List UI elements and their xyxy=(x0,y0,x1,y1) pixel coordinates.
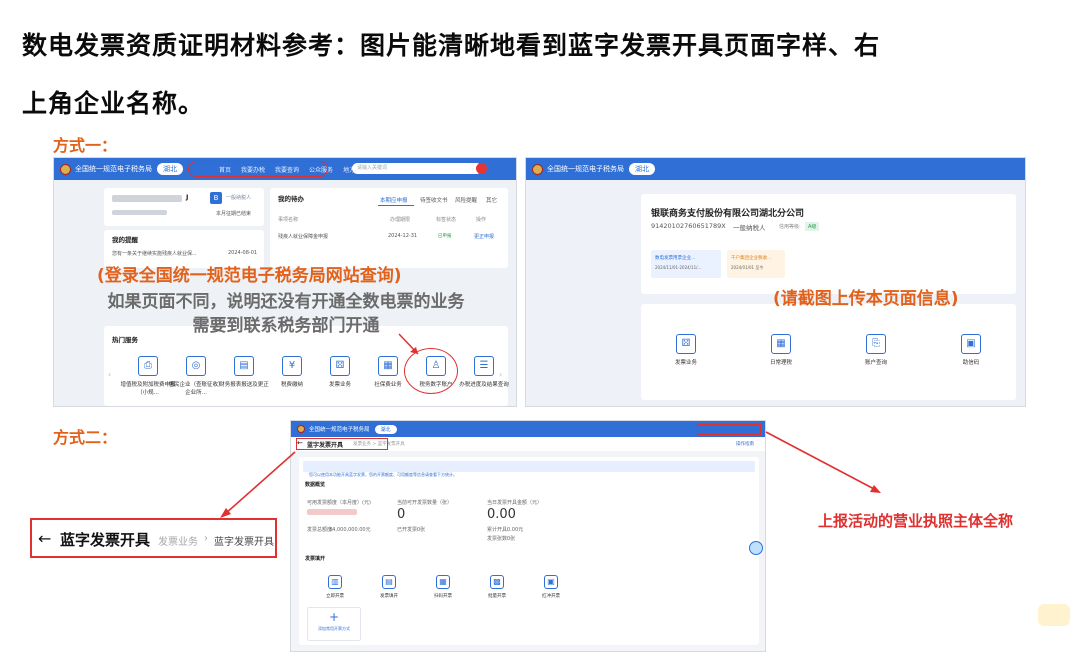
company-name-hint: 上报活动的营业执照主体全称 xyxy=(818,512,1014,530)
callout-arrows xyxy=(220,431,881,518)
decorative-corner-sticker xyxy=(1038,604,1070,626)
